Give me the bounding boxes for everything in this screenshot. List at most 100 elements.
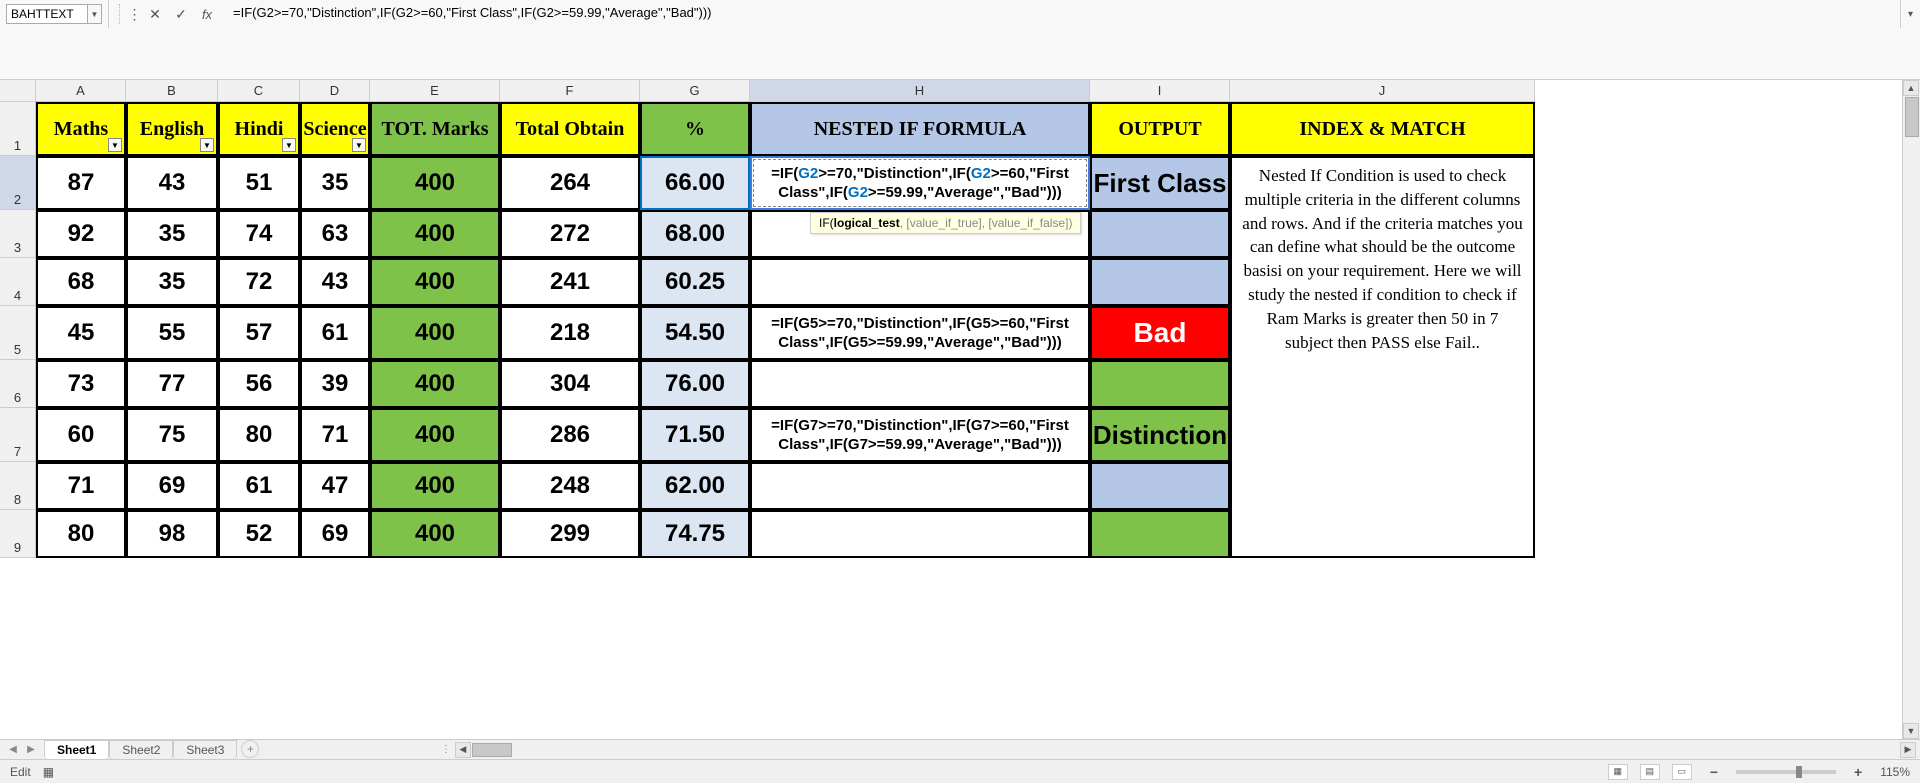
cell-H6[interactable] — [750, 360, 1090, 408]
cell-B6[interactable]: 77 — [126, 360, 218, 408]
scroll-down-icon[interactable]: ▼ — [1903, 723, 1919, 739]
cell-F5[interactable]: 218 — [500, 306, 640, 360]
cell-C4[interactable]: 72 — [218, 258, 300, 306]
cell-I1[interactable]: OUTPUT — [1090, 102, 1230, 156]
cell-D7[interactable]: 71 — [300, 408, 370, 462]
cell-C9[interactable]: 52 — [218, 510, 300, 558]
cell-A1[interactable]: Maths▼ — [36, 102, 126, 156]
row-header-9[interactable]: 9 — [0, 510, 36, 558]
cell-G8[interactable]: 62.00 — [640, 462, 750, 510]
cell-B2[interactable]: 43 — [126, 156, 218, 210]
add-sheet-button[interactable]: + — [241, 740, 259, 758]
formula-expand-icon[interactable]: ▾ — [1900, 0, 1920, 28]
col-header-G[interactable]: G — [640, 80, 750, 102]
filter-dropdown-D[interactable]: ▼ — [352, 138, 366, 152]
cell-A6[interactable]: 73 — [36, 360, 126, 408]
select-all-corner[interactable] — [0, 80, 36, 102]
cell-A5[interactable]: 45 — [36, 306, 126, 360]
cell-H5[interactable]: =IF(G5>=70,"Distinction",IF(G5>=60,"Firs… — [750, 306, 1090, 360]
col-header-E[interactable]: E — [370, 80, 500, 102]
scroll-up-icon[interactable]: ▲ — [1903, 80, 1919, 96]
cell-I6[interactable] — [1090, 360, 1230, 408]
row-header-3[interactable]: 3 — [0, 210, 36, 258]
cell-E5[interactable]: 400 — [370, 306, 500, 360]
filter-dropdown-C[interactable]: ▼ — [282, 138, 296, 152]
col-header-D[interactable]: D — [300, 80, 370, 102]
cell-C2[interactable]: 51 — [218, 156, 300, 210]
cell-C1[interactable]: Hindi▼ — [218, 102, 300, 156]
cell-E1[interactable]: TOT. Marks — [370, 102, 500, 156]
cell-I9[interactable] — [1090, 510, 1230, 558]
cell-E2[interactable]: 400 — [370, 156, 500, 210]
zoom-level[interactable]: 115% — [1880, 765, 1910, 779]
col-header-B[interactable]: B — [126, 80, 218, 102]
cell-A2[interactable]: 87 — [36, 156, 126, 210]
cell-I8[interactable] — [1090, 462, 1230, 510]
record-macro-icon[interactable]: ▦ — [43, 765, 54, 779]
cell-F3[interactable]: 272 — [500, 210, 640, 258]
cell-H7[interactable]: =IF(G7>=70,"Distinction",IF(G7>=60,"Firs… — [750, 408, 1090, 462]
cell-C8[interactable]: 61 — [218, 462, 300, 510]
cell-C3[interactable]: 74 — [218, 210, 300, 258]
cell-H4[interactable] — [750, 258, 1090, 306]
cell-F1[interactable]: Total Obtain — [500, 102, 640, 156]
cell-J1[interactable]: INDEX & MATCH — [1230, 102, 1535, 156]
cell-B5[interactable]: 55 — [126, 306, 218, 360]
col-header-F[interactable]: F — [500, 80, 640, 102]
cell-I7[interactable]: Distinction — [1090, 408, 1230, 462]
row-header-6[interactable]: 6 — [0, 360, 36, 408]
cell-D2[interactable]: 35 — [300, 156, 370, 210]
row-header-2[interactable]: 2 — [0, 156, 36, 210]
scroll-right-icon[interactable]: ▶ — [1900, 742, 1916, 758]
cell-F8[interactable]: 248 — [500, 462, 640, 510]
vscroll-thumb[interactable] — [1905, 97, 1919, 137]
cell-I4[interactable] — [1090, 258, 1230, 306]
cell-H9[interactable] — [750, 510, 1090, 558]
cell-H8[interactable] — [750, 462, 1090, 510]
cell-F9[interactable]: 299 — [500, 510, 640, 558]
row-header-5[interactable]: 5 — [0, 306, 36, 360]
sheet-tab-sheet1[interactable]: Sheet1 — [44, 740, 109, 759]
view-page-break-icon[interactable]: ▭ — [1672, 764, 1692, 780]
cell-C5[interactable]: 57 — [218, 306, 300, 360]
cell-I2[interactable]: First Class — [1090, 156, 1230, 210]
vertical-scrollbar[interactable]: ▲ ▼ — [1902, 80, 1920, 739]
cell-G4[interactable]: 60.25 — [640, 258, 750, 306]
cell-F6[interactable]: 304 — [500, 360, 640, 408]
row-header-7[interactable]: 7 — [0, 408, 36, 462]
sheet-tab-sheet3[interactable]: Sheet3 — [173, 740, 237, 759]
formula-input[interactable] — [233, 4, 1894, 20]
cell-B3[interactable]: 35 — [126, 210, 218, 258]
cell-H2[interactable]: =IF(G2>=70,"Distinction",IF(G2>=60,"Firs… — [750, 156, 1090, 210]
cell-G1[interactable]: % — [640, 102, 750, 156]
row-header-4[interactable]: 4 — [0, 258, 36, 306]
col-header-I[interactable]: I — [1090, 80, 1230, 102]
fx-icon[interactable]: fx — [197, 4, 217, 24]
cell-C7[interactable]: 80 — [218, 408, 300, 462]
view-page-layout-icon[interactable]: ▤ — [1640, 764, 1660, 780]
cell-D9[interactable]: 69 — [300, 510, 370, 558]
zoom-slider[interactable] — [1736, 770, 1836, 774]
cell-E9[interactable]: 400 — [370, 510, 500, 558]
cell-E8[interactable]: 400 — [370, 462, 500, 510]
col-header-C[interactable]: C — [218, 80, 300, 102]
row-header-1[interactable]: 1 — [0, 102, 36, 156]
view-normal-icon[interactable]: ▦ — [1608, 764, 1628, 780]
tab-last-icon[interactable]: ▶ — [24, 743, 38, 757]
cell-G5[interactable]: 54.50 — [640, 306, 750, 360]
accept-icon[interactable]: ✓ — [171, 4, 191, 24]
cell-A4[interactable]: 68 — [36, 258, 126, 306]
col-header-A[interactable]: A — [36, 80, 126, 102]
name-box[interactable] — [6, 4, 88, 24]
cell-F7[interactable]: 286 — [500, 408, 640, 462]
formula-menu-icon[interactable]: ⋮ — [119, 4, 139, 24]
cell-E6[interactable]: 400 — [370, 360, 500, 408]
cell-B4[interactable]: 35 — [126, 258, 218, 306]
cell-B1[interactable]: English▼ — [126, 102, 218, 156]
tab-first-icon[interactable]: ◀ — [6, 743, 20, 757]
cell-G2[interactable]: 66.00 — [640, 156, 750, 210]
col-header-H[interactable]: H — [750, 80, 1090, 102]
cell-D8[interactable]: 47 — [300, 462, 370, 510]
cell-B9[interactable]: 98 — [126, 510, 218, 558]
filter-dropdown-B[interactable]: ▼ — [200, 138, 214, 152]
